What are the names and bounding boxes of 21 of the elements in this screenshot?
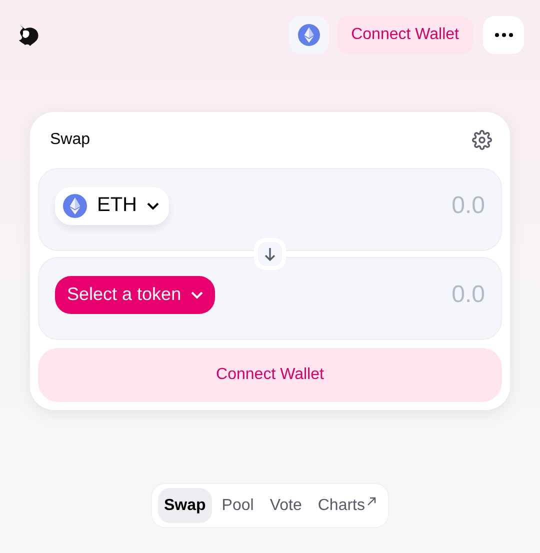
swap-direction-button[interactable] [254,238,286,270]
ethereum-icon [63,194,87,218]
swap-title: Swap [50,131,90,149]
nav-tab[interactable]: Pool [216,488,260,523]
network-button[interactable] [289,16,330,54]
nav-tab[interactable]: Charts [312,488,382,523]
amount-input[interactable]: 0.0 [365,192,485,220]
select-token-button[interactable]: Select a token [55,276,216,314]
settings-icon[interactable] [472,130,492,150]
more-icon [494,33,512,37]
connect-wallet-button[interactable]: Connect Wallet [337,16,473,54]
amount-input[interactable]: 0.0 [365,280,485,308]
arrow-down-icon [263,247,277,261]
more-button[interactable] [483,16,524,54]
chevron-down-icon [147,202,159,210]
nav-tab[interactable]: Vote [264,488,308,523]
connect-wallet-button[interactable]: Connect Wallet [38,348,502,402]
chevron-down-icon [191,290,204,298]
token-selector[interactable]: ETH [55,186,169,224]
nav-tab[interactable]: Swap [158,488,212,523]
ethereum-icon [298,24,320,46]
